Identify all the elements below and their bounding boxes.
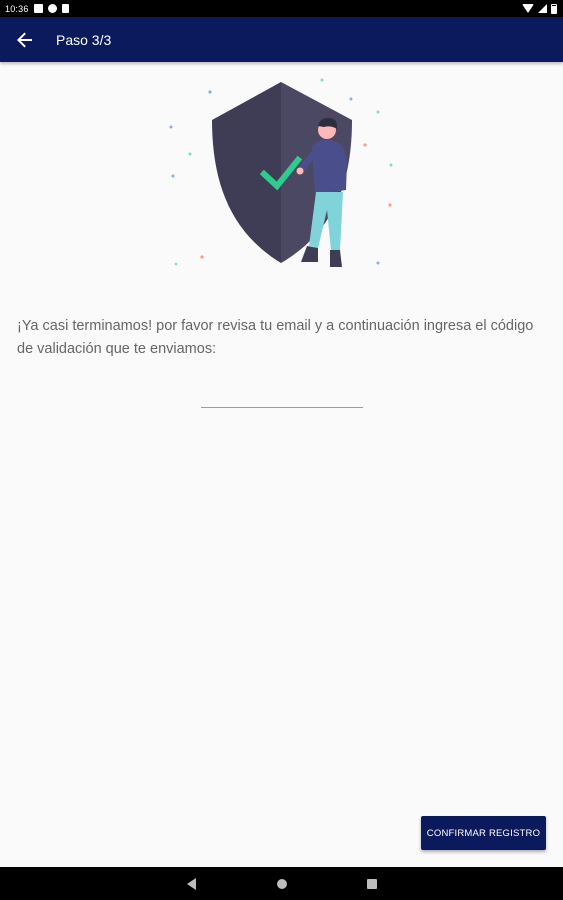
nav-recents-button[interactable] — [327, 867, 417, 900]
notification-icon — [33, 4, 43, 13]
app-bar: Paso 3/3 — [0, 17, 563, 62]
nav-recents-icon — [366, 878, 377, 889]
security-shield-illustration — [160, 72, 410, 287]
confirm-registration-button[interactable]: CONFIRMAR REGISTRO — [421, 816, 546, 850]
status-left: 10:36 — [0, 4, 69, 14]
system-nav-bar — [0, 867, 563, 900]
nav-back-icon — [187, 877, 196, 890]
status-bar: 10:36 — [0, 0, 563, 17]
validation-code-input[interactable] — [201, 380, 363, 408]
arrow-back-icon — [17, 32, 32, 47]
back-button[interactable] — [0, 17, 50, 62]
page-title: Paso 3/3 — [56, 31, 112, 48]
wifi-icon — [522, 4, 534, 13]
storage-icon — [61, 4, 69, 13]
cell-signal-icon — [538, 4, 547, 13]
instruction-text: ¡Ya casi terminamos! por favor revisa tu… — [17, 318, 534, 357]
status-right — [522, 3, 563, 14]
app-icon — [47, 4, 57, 13]
nav-home-icon — [276, 878, 287, 889]
status-time: 10:36 — [5, 3, 29, 14]
battery-icon — [551, 3, 557, 14]
nav-home-button[interactable] — [237, 867, 327, 900]
shield-illustration-svg — [169, 78, 393, 267]
nav-back-button[interactable] — [147, 867, 237, 900]
